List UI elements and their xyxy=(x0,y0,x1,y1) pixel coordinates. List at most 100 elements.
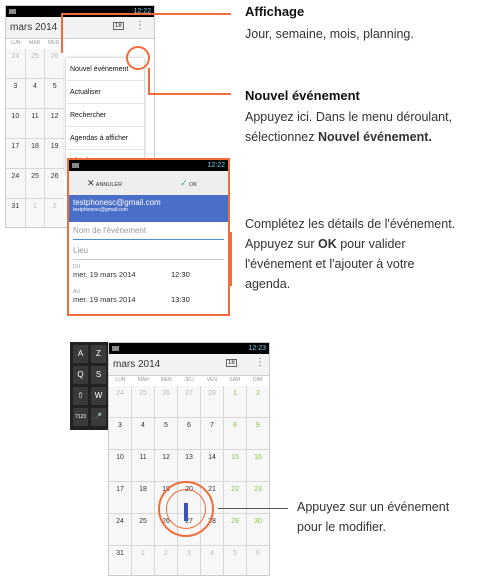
status-bar: 12:22 xyxy=(6,6,154,17)
connector-affichage xyxy=(61,13,231,15)
calendar-day-cell[interactable]: 5 xyxy=(45,79,64,108)
check-icon: ✓ xyxy=(180,177,188,188)
key-z[interactable]: Z xyxy=(91,345,106,363)
calendar-day-cell[interactable]: 25 xyxy=(132,386,154,417)
calendar-grid: 24 25 26 3 4 5 10 11 12 17 18 19 24 25 26 31 1 2 xyxy=(6,49,64,227)
calendar-day-cell[interactable]: 7 xyxy=(201,418,223,449)
menu-item-refresh[interactable]: Actualiser xyxy=(66,81,144,104)
month-selector[interactable]: mars 2014 xyxy=(113,359,160,370)
connector-affichage-v xyxy=(61,13,63,53)
overflow-menu-icon[interactable]: ⋮ xyxy=(255,357,265,368)
day-name: VEN xyxy=(206,377,217,383)
calendar-day-cell[interactable]: 17 xyxy=(6,139,25,168)
nouvel-text1: Appuyez ici. Dans le menu déroulant, xyxy=(245,110,453,124)
calendar-day-cell[interactable]: 18 xyxy=(25,139,45,168)
ok-button[interactable]: ✓ OK xyxy=(180,178,197,189)
key-a[interactable]: A xyxy=(73,345,88,363)
calendar-day-cell[interactable]: 2 xyxy=(45,199,64,227)
overflow-menu: Nouvel événement Actualiser Rechercher A… xyxy=(66,58,144,173)
shift-key[interactable]: ⇧ xyxy=(73,387,88,405)
calendar-day-cell[interactable]: 26 xyxy=(45,169,64,198)
day-name: MER xyxy=(160,377,172,383)
calendar-day-cell[interactable]: 11 xyxy=(25,109,45,138)
calendar-day-cell[interactable]: 16 xyxy=(247,450,269,481)
symbols-key[interactable]: ?123 xyxy=(73,408,88,426)
calendar-day-cell[interactable]: 26 xyxy=(155,386,177,417)
calendar-day-cell[interactable]: 12 xyxy=(155,450,177,481)
from-time[interactable]: 12:30 xyxy=(171,270,190,279)
nouvel-text2: sélectionnez Nouvel événement. xyxy=(245,130,432,144)
modify-text1: Appuyez sur un événement xyxy=(297,500,450,514)
calendar-day-cell[interactable]: 4 xyxy=(201,546,223,575)
calendar-day-cell[interactable]: 31 xyxy=(109,546,131,575)
calendar-day-cell[interactable]: 26 xyxy=(45,49,64,78)
calendar-day-cell[interactable]: 15 xyxy=(224,450,246,481)
calendar-day-cell[interactable]: 1 xyxy=(25,199,45,227)
connector-complete xyxy=(230,232,232,286)
calendar-day-cell[interactable]: 3 xyxy=(109,418,131,449)
month-selector[interactable]: mars 2014 xyxy=(10,22,57,33)
menu-item-search[interactable]: Rechercher xyxy=(66,104,144,127)
status-bar: 12:22 xyxy=(69,160,228,171)
calendar-day-cell[interactable]: 24 xyxy=(109,386,131,417)
calendar-day-cell[interactable]: 28 xyxy=(201,386,223,417)
from-date[interactable]: mer. 19 mars 2014 xyxy=(73,270,224,279)
calendar-day-cell[interactable]: 4 xyxy=(25,79,45,108)
calendar-day-cell[interactable]: 24 xyxy=(6,49,25,78)
calendar-day-cell[interactable]: 30 xyxy=(247,514,269,545)
cancel-button[interactable]: ✕ ANNULER xyxy=(87,178,122,189)
to-date[interactable]: mer. 19 mars 2014 xyxy=(73,295,224,304)
calendar-day-cell[interactable]: 3 xyxy=(6,79,25,108)
modify-text2: pour le modifier. xyxy=(297,520,386,534)
status-bar: 12:23 xyxy=(109,343,269,354)
calendar-day-cell[interactable]: 27 xyxy=(178,386,200,417)
notification-icon xyxy=(72,163,79,168)
key-q[interactable]: Q xyxy=(73,366,88,384)
nouvel-title: Nouvel événement xyxy=(245,88,360,103)
today-button[interactable]: 18 xyxy=(113,22,124,30)
calendar-day-cell[interactable]: 9 xyxy=(247,418,269,449)
key-w[interactable]: W xyxy=(91,387,106,405)
calendar-day-cell[interactable]: 31 xyxy=(6,199,25,227)
event-name-field[interactable]: Nom de l'événement xyxy=(73,226,224,240)
calendar-day-cell[interactable]: 29 xyxy=(224,514,246,545)
day-name: LUN xyxy=(115,377,126,383)
calendar-day-cell[interactable]: 1 xyxy=(224,386,246,417)
highlight-circle-inner xyxy=(166,489,206,529)
overflow-menu-icon[interactable]: ⋮ xyxy=(135,20,145,31)
calendar-day-cell[interactable]: 24 xyxy=(109,514,131,545)
calendar-day-cell[interactable]: 11 xyxy=(132,450,154,481)
calendar-day-cell[interactable]: 6 xyxy=(178,418,200,449)
calendar-day-cell[interactable]: 5 xyxy=(224,546,246,575)
calendar-day-cell[interactable]: 19 xyxy=(45,139,64,168)
calendar-day-cell[interactable]: 13 xyxy=(178,450,200,481)
key-s[interactable]: S xyxy=(91,366,106,384)
affichage-text: Jour, semaine, mois, planning. xyxy=(245,27,414,41)
calendar-day-cell[interactable]: 10 xyxy=(109,450,131,481)
calendar-day-cell[interactable]: 1 xyxy=(132,546,154,575)
today-button[interactable]: 18 xyxy=(226,359,237,367)
calendar-day-cell[interactable]: 24 xyxy=(6,169,25,198)
calendar-day-cell[interactable]: 5 xyxy=(155,418,177,449)
to-time[interactable]: 13:30 xyxy=(171,295,190,304)
notification-icon xyxy=(9,9,16,14)
calendar-day-cell[interactable]: 2 xyxy=(247,386,269,417)
calendar-day-cell[interactable]: 25 xyxy=(25,49,45,78)
mic-icon[interactable]: 🎤 xyxy=(91,408,106,426)
calendar-day-cell[interactable]: 2 xyxy=(155,546,177,575)
account-email: testphonesc@gmail.com xyxy=(73,198,161,207)
calendar-day-cell[interactable]: 25 xyxy=(132,514,154,545)
calendar-day-cell[interactable]: 17 xyxy=(109,482,131,513)
calendar-day-cell[interactable]: 10 xyxy=(6,109,25,138)
menu-item-calendars[interactable]: Agendas à afficher xyxy=(66,127,144,150)
calendar-day-cell[interactable]: 4 xyxy=(132,418,154,449)
location-field[interactable]: Lieu xyxy=(73,246,224,260)
calendar-day-cell[interactable]: 25 xyxy=(25,169,45,198)
calendar-day-cell[interactable]: 6 xyxy=(247,546,269,575)
calendar-day-cell[interactable]: 8 xyxy=(224,418,246,449)
calendar-day-cell[interactable]: 12 xyxy=(45,109,64,138)
calendar-day-cell[interactable]: 18 xyxy=(132,482,154,513)
calendar-day-cell[interactable]: 14 xyxy=(201,450,223,481)
calendar-day-cell[interactable]: 3 xyxy=(178,546,200,575)
complete-text: Complétez les détails de l'événement. Ap… xyxy=(245,217,456,291)
